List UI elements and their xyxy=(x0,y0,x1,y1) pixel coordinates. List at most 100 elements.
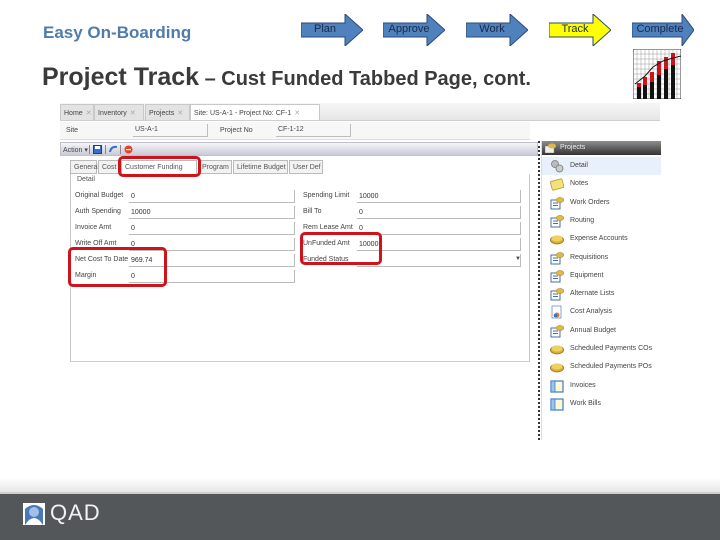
tab-label: Projects xyxy=(149,110,175,117)
toolbar-separator xyxy=(120,145,121,154)
field-label: Spending Limit xyxy=(303,192,350,199)
field-label: Auth Spending xyxy=(75,208,121,215)
project-no-value: CF-1-12 xyxy=(276,124,351,137)
highlight-net-cost-margin xyxy=(68,247,167,287)
site-row: Site US-A-1 Project No CF-1-12 xyxy=(60,122,530,140)
side-panel-header: Projects xyxy=(542,141,661,155)
side-item-scheduled-payments-cos[interactable]: Scheduled Payments COs xyxy=(542,340,661,358)
close-icon[interactable]: ✕ xyxy=(177,110,183,117)
side-item-label: Detail xyxy=(570,162,588,169)
app-screenshot: Home ✕ Inventory ✕ Projects ✕ Site: US-A-1 … xyxy=(60,103,661,440)
form-folder-icon xyxy=(550,270,564,283)
side-item-work-orders[interactable]: Work Orders xyxy=(542,194,661,212)
field-label: Invoice Amt xyxy=(75,224,112,231)
form-folder-icon xyxy=(550,251,564,264)
step-plan[interactable]: Plan xyxy=(301,14,363,46)
side-item-label: Notes xyxy=(570,180,589,188)
side-item-cost-analysis[interactable]: Cost Analysis xyxy=(542,303,661,321)
side-item-label: Equipment xyxy=(570,271,604,279)
form-folder-icon xyxy=(550,288,564,301)
chevron-down-icon[interactable]: ▼ xyxy=(515,256,521,262)
footer-bar: QAD xyxy=(0,492,720,540)
side-item-expense-accounts[interactable]: Expense Accounts xyxy=(542,230,661,248)
side-panel-title: Projects xyxy=(560,144,586,151)
side-item-work-bills[interactable]: Work Bills xyxy=(542,395,661,413)
save-icon[interactable] xyxy=(93,145,102,154)
book-icon xyxy=(550,345,564,355)
tab-label: Site: US-A-1 - Project No: CF-1 xyxy=(194,110,292,117)
bill-to-input[interactable]: 0 xyxy=(357,206,521,219)
side-item-alternate-lists[interactable]: Alternate Lists xyxy=(542,285,661,303)
step-track[interactable]: Track xyxy=(549,14,611,46)
form-folder-icon xyxy=(550,215,564,228)
toolbar-separator xyxy=(105,145,106,154)
app-tab-inventory[interactable]: Inventory ✕ xyxy=(94,104,144,120)
side-item-label: Work Bills xyxy=(570,399,601,407)
step-work[interactable]: Work xyxy=(466,14,528,46)
splitter-handle[interactable] xyxy=(538,141,540,440)
form-tab-general[interactable]: General xyxy=(70,160,99,174)
app-tab-projects[interactable]: Projects ✕ xyxy=(145,104,190,120)
auth-spending-input[interactable]: 10000 xyxy=(129,206,295,219)
step-complete[interactable]: Complete xyxy=(632,14,694,46)
app-tab-project-detail[interactable]: Site: US-A-1 - Project No: CF-1 ✕ xyxy=(190,104,320,120)
field-label: Write Off Amt xyxy=(75,240,117,247)
invoice-amt-input[interactable]: 0 xyxy=(129,222,295,235)
side-item-notes[interactable]: Notes xyxy=(542,175,661,193)
step-label: Track xyxy=(561,23,589,35)
rem-lease-amt-input[interactable]: 0 xyxy=(357,222,521,235)
form-tab-cost[interactable]: Cost xyxy=(98,160,120,174)
form-tab-program[interactable]: Program xyxy=(198,160,232,174)
step-label: Complete xyxy=(636,23,684,35)
close-icon[interactable]: ✕ xyxy=(294,110,300,117)
close-icon[interactable]: ✕ xyxy=(130,110,136,117)
form-tab-lifetime-budget[interactable]: Lifetime Budget xyxy=(233,160,288,174)
page-title: Project Track – Cust Funded Tabbed Page,… xyxy=(42,63,531,92)
app-tab-home[interactable]: Home ✕ xyxy=(60,104,94,120)
side-item-label: Annual Budget xyxy=(570,326,616,334)
detail-group-label: Detail xyxy=(77,176,95,183)
footer-divider xyxy=(0,478,720,492)
project-no-label: Project No xyxy=(220,127,253,134)
report-icon xyxy=(551,305,562,319)
side-item-annual-budget[interactable]: Annual Budget xyxy=(542,322,661,340)
step-label: Approve xyxy=(388,23,430,35)
step-label: Work xyxy=(479,23,505,35)
qad-logo-text: QAD xyxy=(50,500,101,525)
form-folder-icon xyxy=(550,196,564,210)
toolbar-separator xyxy=(89,145,90,154)
action-menu[interactable]: Action ▾ xyxy=(63,146,88,154)
close-icon[interactable]: ✕ xyxy=(86,110,92,117)
side-item-detail[interactable]: Detail xyxy=(542,157,661,175)
form-tab-user-def[interactable]: User Def xyxy=(289,160,323,174)
original-budget-input[interactable]: 0 xyxy=(129,190,295,203)
field-auth-spending: Auth Spending 10000 xyxy=(75,205,297,219)
notes-icon xyxy=(550,178,564,191)
tab-label: Inventory xyxy=(98,110,127,117)
page-title-sub: – Cust Funded Tabbed Page, cont. xyxy=(199,68,531,90)
side-item-label: Routing xyxy=(570,216,595,224)
form-folder-icon xyxy=(550,324,564,338)
growth-chart-icon xyxy=(633,49,681,99)
side-item-equipment[interactable]: Equipment xyxy=(542,267,661,285)
refresh-icon[interactable] xyxy=(109,145,118,154)
side-item-label: Requisitions xyxy=(570,253,609,261)
step-approve[interactable]: Approve xyxy=(383,14,445,46)
highlight-unfunded-funded-status xyxy=(300,232,382,265)
brand-title: Easy On-Boarding xyxy=(43,23,192,42)
field-original-budget: Original Budget 0 xyxy=(75,189,297,203)
side-item-routing[interactable]: Routing xyxy=(542,212,661,230)
spending-limit-input[interactable]: 10000 xyxy=(357,190,521,203)
side-item-label: Invoices xyxy=(570,381,596,389)
side-item-invoices[interactable]: Invoices xyxy=(542,377,661,395)
page-title-main: Project Track xyxy=(42,63,200,91)
qad-logo-icon xyxy=(23,503,45,525)
cancel-icon[interactable] xyxy=(124,145,133,154)
app-tab-bar: Home ✕ Inventory ✕ Projects ✕ Site: US-A-1 … xyxy=(60,103,660,121)
field-invoice-amt: Invoice Amt 0 xyxy=(75,221,297,235)
side-item-requisitions[interactable]: Requisitions xyxy=(542,249,661,267)
book-icon xyxy=(550,363,564,373)
book-icon xyxy=(550,235,564,245)
field-label: Bill To xyxy=(303,208,322,215)
side-item-scheduled-payments-pos[interactable]: Scheduled Payments POs xyxy=(542,358,661,376)
